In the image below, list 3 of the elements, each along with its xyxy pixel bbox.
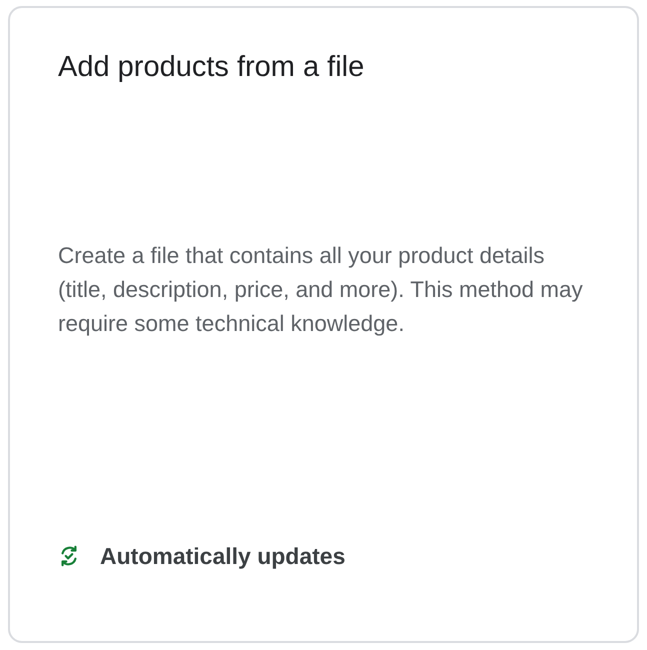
card-description: Create a file that contains all your product details (title, description, price, and more). This method may require some technical knowledge. xyxy=(58,242,584,338)
feature-label: Automatically updates xyxy=(100,542,346,571)
card-title: Add products from a file xyxy=(58,50,366,85)
